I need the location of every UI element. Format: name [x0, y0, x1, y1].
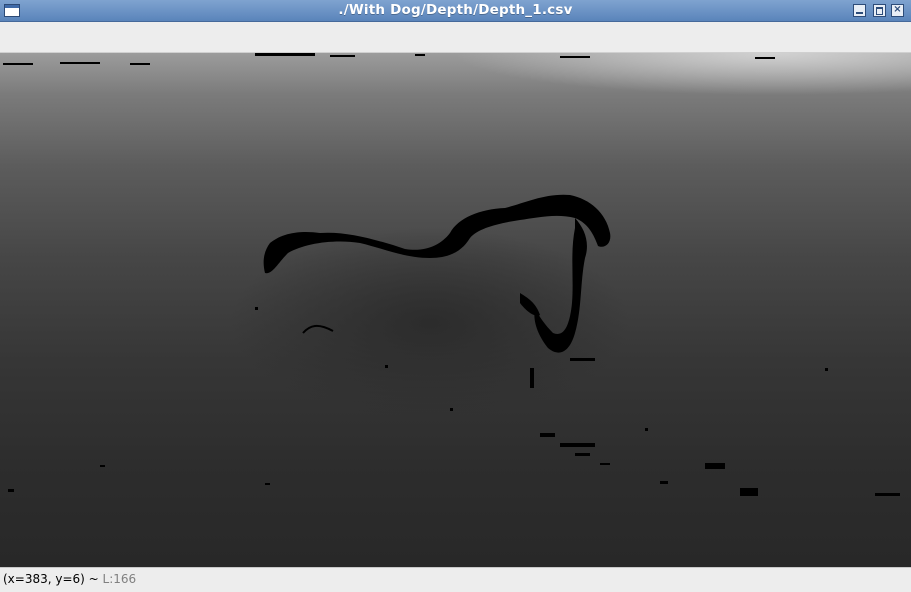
- toolbar: [0, 22, 911, 53]
- status-bar: (x=383, y=6) ~ L:166: [0, 567, 911, 592]
- maximize-icon[interactable]: [873, 4, 886, 17]
- depth-image-canvas[interactable]: [0, 53, 911, 567]
- depth-image: [0, 53, 911, 496]
- status-separator: ~: [84, 572, 103, 586]
- title-bar[interactable]: ./With Dog/Depth/Depth_1.csv ×: [0, 0, 911, 22]
- pixel-level: L:166: [102, 572, 137, 586]
- window-title: ./With Dog/Depth/Depth_1.csv: [338, 2, 573, 18]
- minimize-icon[interactable]: [853, 4, 866, 17]
- close-icon[interactable]: ×: [891, 4, 904, 17]
- cursor-coordinates: (x=383, y=6): [3, 572, 85, 586]
- window-menu-icon[interactable]: [4, 4, 20, 17]
